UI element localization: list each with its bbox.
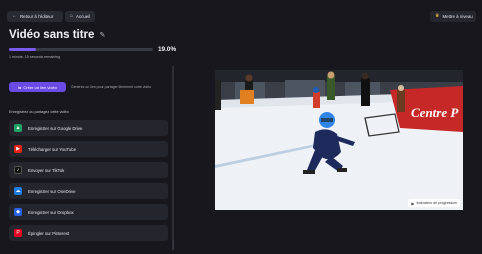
tiktok-icon: ♪ [14, 166, 22, 174]
share-item-label: Télécharger sur YouTube [28, 146, 77, 152]
share-section-label: Enregistrez ou partagez cette vidéo [9, 110, 69, 114]
share-item-label: Enregistrer sur OneDrive [28, 188, 76, 194]
share-item-label: Envoyer sur TikTok [28, 167, 65, 173]
share-list: ▲ Enregistrer sur Google Drive ▶ Télécha… [9, 120, 168, 246]
project-title-row: Vidéo sans titre ✎ [9, 29, 105, 41]
render-progress-fill [9, 48, 37, 51]
arrow-left-icon: ← [12, 13, 17, 19]
panel-divider [172, 66, 174, 250]
pencil-icon[interactable]: ✎ [99, 31, 105, 39]
render-progress-percent: 19.0% [158, 46, 177, 53]
create-link-note: Générez un lien pour partager librement … [71, 85, 152, 89]
back-to-editor-label: Retour à l'éditeur [20, 14, 54, 19]
share-item-label: Épingler sur Pinterest [28, 230, 70, 236]
share-item-pinterest[interactable]: P Épingler sur Pinterest [9, 225, 168, 241]
share-item-google-drive[interactable]: ▲ Enregistrer sur Google Drive [9, 120, 168, 136]
youtube-icon: ▶ [14, 145, 22, 153]
create-video-link-label: Créer un lien vidéo [23, 84, 57, 90]
time-remaining: 1 minute, 15 seconds remaining [9, 55, 60, 59]
share-item-label: Enregistrer sur Dropbox [28, 209, 74, 215]
onedrive-icon: ☁ [14, 187, 22, 195]
top-bar: ← Retour à l'éditeur ⌂ Accueil ♛ Mettre … [0, 0, 482, 26]
video-preview[interactable]: Centre P ▶ Indicateur de progression [215, 70, 463, 210]
share-item-dropbox[interactable]: ◆ Enregistrer sur Dropbox [9, 204, 168, 220]
share-item-youtube[interactable]: ▶ Télécharger sur YouTube [9, 141, 168, 157]
progress-indicator-badge: ▶ Indicateur de progression [408, 199, 460, 207]
upgrade-button[interactable]: ♛ Mettre à niveau [430, 11, 476, 22]
pinterest-icon: P [14, 229, 22, 237]
project-title[interactable]: Vidéo sans titre [9, 29, 94, 41]
back-to-editor-button[interactable]: ← Retour à l'éditeur [7, 11, 63, 22]
video-frame: Centre P [215, 70, 463, 210]
link-icon: ⇆ [18, 84, 22, 90]
progress-indicator-label: Indicateur de progression [416, 201, 457, 205]
arena-banner-text: Centre P [411, 105, 459, 120]
share-item-onedrive[interactable]: ☁ Enregistrer sur OneDrive [9, 183, 168, 199]
share-item-tiktok[interactable]: ♪ Envoyer sur TikTok [9, 162, 168, 178]
share-item-label: Enregistrer sur Google Drive [28, 125, 83, 131]
share-list-scrollbar[interactable] [173, 240, 174, 250]
home-button[interactable]: ⌂ Accueil [65, 11, 95, 22]
create-video-link-button[interactable]: ⇆ Créer un lien vidéo [9, 82, 66, 92]
dropbox-icon: ◆ [14, 208, 22, 216]
render-progress-bar [9, 48, 153, 51]
home-label: Accueil [76, 14, 91, 19]
crown-icon: ♛ [435, 13, 440, 19]
home-icon: ⌂ [70, 13, 74, 19]
upgrade-label: Mettre à niveau [442, 14, 473, 19]
play-icon: ▶ [411, 200, 415, 206]
google-drive-icon: ▲ [14, 124, 22, 132]
